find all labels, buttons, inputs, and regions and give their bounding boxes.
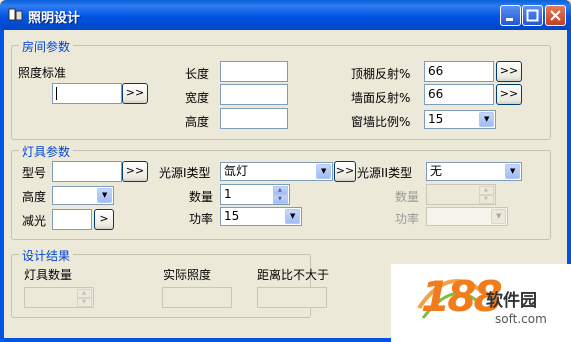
lamp-height-label: 高度 — [22, 190, 47, 204]
text-caret — [56, 87, 57, 100]
title-bar[interactable]: 照明设计 — [0, 0, 571, 30]
spin-down-icon[interactable]: ▼ — [77, 298, 92, 307]
model-label: 型号 — [22, 166, 47, 180]
design-result-legend: 设计结果 — [19, 247, 74, 264]
source1-type-label: 光源I类型 — [159, 166, 211, 180]
dim-input[interactable] — [52, 209, 92, 230]
app-icon — [8, 8, 23, 21]
window-ratio-label: 窗墙比例% — [351, 115, 411, 129]
power2-select[interactable]: ▼ — [426, 207, 508, 226]
dialog-window: 照明设计 房间参数 照度标准 >> 长度 宽度 高度 顶棚反射% 66 >> 墙… — [0, 0, 571, 342]
maximize-icon — [526, 9, 539, 22]
width-label: 宽度 — [185, 91, 210, 105]
wall-reflect-button[interactable]: >> — [496, 84, 522, 105]
window-frame-left — [0, 30, 4, 342]
quantity2-spinner[interactable]: ▲ ▼ — [426, 184, 496, 205]
distance-ratio-label: 距离比不大于 — [257, 268, 330, 282]
minimize-button[interactable] — [500, 5, 521, 26]
spin-up-icon[interactable]: ▲ — [479, 186, 494, 195]
room-params-legend: 房间参数 — [19, 38, 74, 55]
maximize-button[interactable] — [522, 5, 543, 26]
spin-down-icon[interactable]: ▼ — [273, 195, 288, 204]
quantity1-label: 数量 — [189, 190, 214, 204]
design-result-group: 设计结果 — [11, 247, 311, 318]
dropdown-arrow-icon[interactable]: ▼ — [491, 209, 506, 224]
ceiling-reflect-input[interactable]: 66 — [424, 61, 494, 82]
room-height-label: 高度 — [185, 115, 210, 129]
source1-type-select[interactable]: 氙灯 ▼ — [220, 162, 333, 181]
source2-type-label: 光源II类型 — [357, 166, 413, 180]
width-input[interactable] — [220, 84, 288, 105]
quantity1-spinner[interactable]: 1 ▲ ▼ — [220, 184, 290, 205]
ceiling-reflect-label: 顶棚反射% — [351, 67, 411, 81]
source1-button[interactable]: >> — [334, 161, 356, 182]
close-icon — [550, 10, 561, 21]
quantity2-label: 数量 — [395, 190, 420, 204]
dim-label: 减光 — [22, 214, 47, 228]
watermark-name: 软件园 — [486, 291, 537, 311]
dim-button[interactable]: > — [94, 209, 114, 230]
close-button[interactable] — [545, 5, 566, 26]
wall-reflect-label: 墙面反射% — [351, 91, 411, 105]
illum-std-button[interactable]: >> — [122, 83, 148, 104]
lamp-params-legend: 灯具参数 — [19, 143, 74, 160]
dropdown-arrow-icon[interactable]: ▼ — [97, 188, 112, 203]
dropdown-arrow-icon[interactable]: ▼ — [285, 209, 300, 224]
distance-ratio-field — [257, 287, 327, 308]
dropdown-arrow-icon[interactable]: ▼ — [479, 112, 494, 127]
model-button[interactable]: >> — [122, 161, 148, 182]
watermark-logo: 188 软件园 soft.com — [391, 264, 571, 342]
actual-illum-label: 实际照度 — [163, 268, 212, 282]
source2-type-select[interactable]: 无 ▼ — [426, 162, 522, 181]
spin-up-icon[interactable]: ▲ — [273, 186, 288, 195]
minimize-icon — [506, 18, 513, 21]
length-input[interactable] — [220, 61, 288, 82]
power2-label: 功率 — [395, 212, 420, 226]
length-label: 长度 — [185, 67, 210, 81]
dropdown-arrow-icon[interactable]: ▼ — [505, 164, 520, 179]
spin-down-icon[interactable]: ▼ — [479, 195, 494, 204]
power1-select[interactable]: 15 ▼ — [220, 207, 302, 226]
window-title: 照明设计 — [28, 11, 81, 26]
ceiling-reflect-button[interactable]: >> — [496, 61, 522, 82]
power1-label: 功率 — [189, 212, 214, 226]
room-height-input[interactable] — [220, 108, 288, 129]
lamp-height-select[interactable]: ▼ — [52, 186, 114, 205]
model-input[interactable] — [52, 161, 122, 182]
lamp-count-spinner[interactable]: ▲ ▼ — [24, 287, 94, 308]
actual-illum-field — [162, 287, 232, 308]
illum-std-label: 照度标准 — [18, 66, 67, 80]
lamp-count-label: 灯具数量 — [24, 268, 73, 282]
watermark-url: soft.com — [495, 312, 547, 326]
illum-std-input[interactable] — [52, 83, 122, 104]
spin-up-icon[interactable]: ▲ — [77, 289, 92, 298]
dropdown-arrow-icon[interactable]: ▼ — [316, 164, 331, 179]
wall-reflect-input[interactable]: 66 — [424, 84, 494, 105]
window-ratio-select[interactable]: 15 ▼ — [424, 110, 496, 129]
